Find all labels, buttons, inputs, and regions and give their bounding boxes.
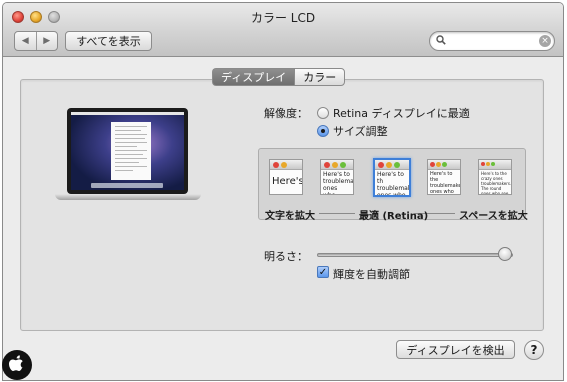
radio-best-for-retina[interactable] bbox=[317, 107, 329, 119]
scale-divider bbox=[319, 213, 355, 214]
tab-display[interactable]: ディスプレイ bbox=[212, 68, 295, 86]
scaling-options: Here's Here's to troublemakers. ones who… bbox=[258, 148, 528, 222]
scale-thumb-best-retina[interactable]: Here's to th troublemak ones who bbox=[373, 158, 411, 197]
search-input[interactable] bbox=[450, 33, 536, 49]
best-retina-label: 最適 (Retina) bbox=[359, 211, 429, 222]
show-all-button[interactable]: すべてを表示 bbox=[65, 31, 152, 51]
larger-text-label: 文字を拡大 bbox=[265, 211, 315, 222]
more-space-label: スペースを拡大 bbox=[459, 211, 528, 222]
auto-brightness-checkbox[interactable]: ✓ bbox=[317, 266, 329, 278]
resolution-label: 解像度： bbox=[264, 107, 308, 120]
radio-scaled[interactable] bbox=[317, 125, 329, 137]
forward-arrow-icon[interactable]: ▶ bbox=[35, 32, 58, 50]
scale-thumb-2[interactable]: Here's to troublemakers. ones who bbox=[320, 159, 354, 195]
auto-brightness-label[interactable]: 輝度を自動調節 bbox=[333, 266, 410, 282]
title-bar: カラー LCD ◀ ▶ すべてを表示 × bbox=[3, 3, 563, 57]
scaled-label[interactable]: サイズ調整 bbox=[333, 123, 388, 139]
laptop-lid bbox=[67, 108, 188, 194]
help-button[interactable]: ? bbox=[524, 340, 544, 360]
macbook-image bbox=[53, 108, 203, 208]
laptop-base bbox=[55, 194, 201, 200]
back-arrow-icon[interactable]: ◀ bbox=[15, 32, 36, 50]
watermark-logo bbox=[2, 350, 32, 380]
search-icon bbox=[436, 35, 446, 45]
scale-thumb-4[interactable]: Here's to the troublemakers. ones who se… bbox=[427, 159, 461, 195]
laptop-screen bbox=[71, 112, 184, 190]
clear-search-icon[interactable]: × bbox=[539, 35, 551, 47]
best-for-retina-label[interactable]: Retina ディスプレイに最適 bbox=[333, 105, 470, 121]
tab-color[interactable]: カラー bbox=[294, 68, 346, 86]
brightness-label: 明るさ： bbox=[264, 250, 308, 263]
brightness-slider[interactable] bbox=[317, 253, 513, 257]
window-title: カラー LCD bbox=[250, 11, 316, 25]
tab-bar: ディスプレイ カラー bbox=[212, 68, 346, 86]
back-forward-control: ◀ ▶ bbox=[14, 31, 58, 51]
search-field[interactable]: × bbox=[429, 31, 555, 51]
scale-thumb-more-space[interactable]: Here's to the crazy ones troublemakers. … bbox=[478, 159, 512, 195]
scale-thumb-larger-text[interactable]: Here's bbox=[269, 159, 303, 195]
detect-displays-button[interactable]: ディスプレイを検出 bbox=[396, 340, 515, 359]
